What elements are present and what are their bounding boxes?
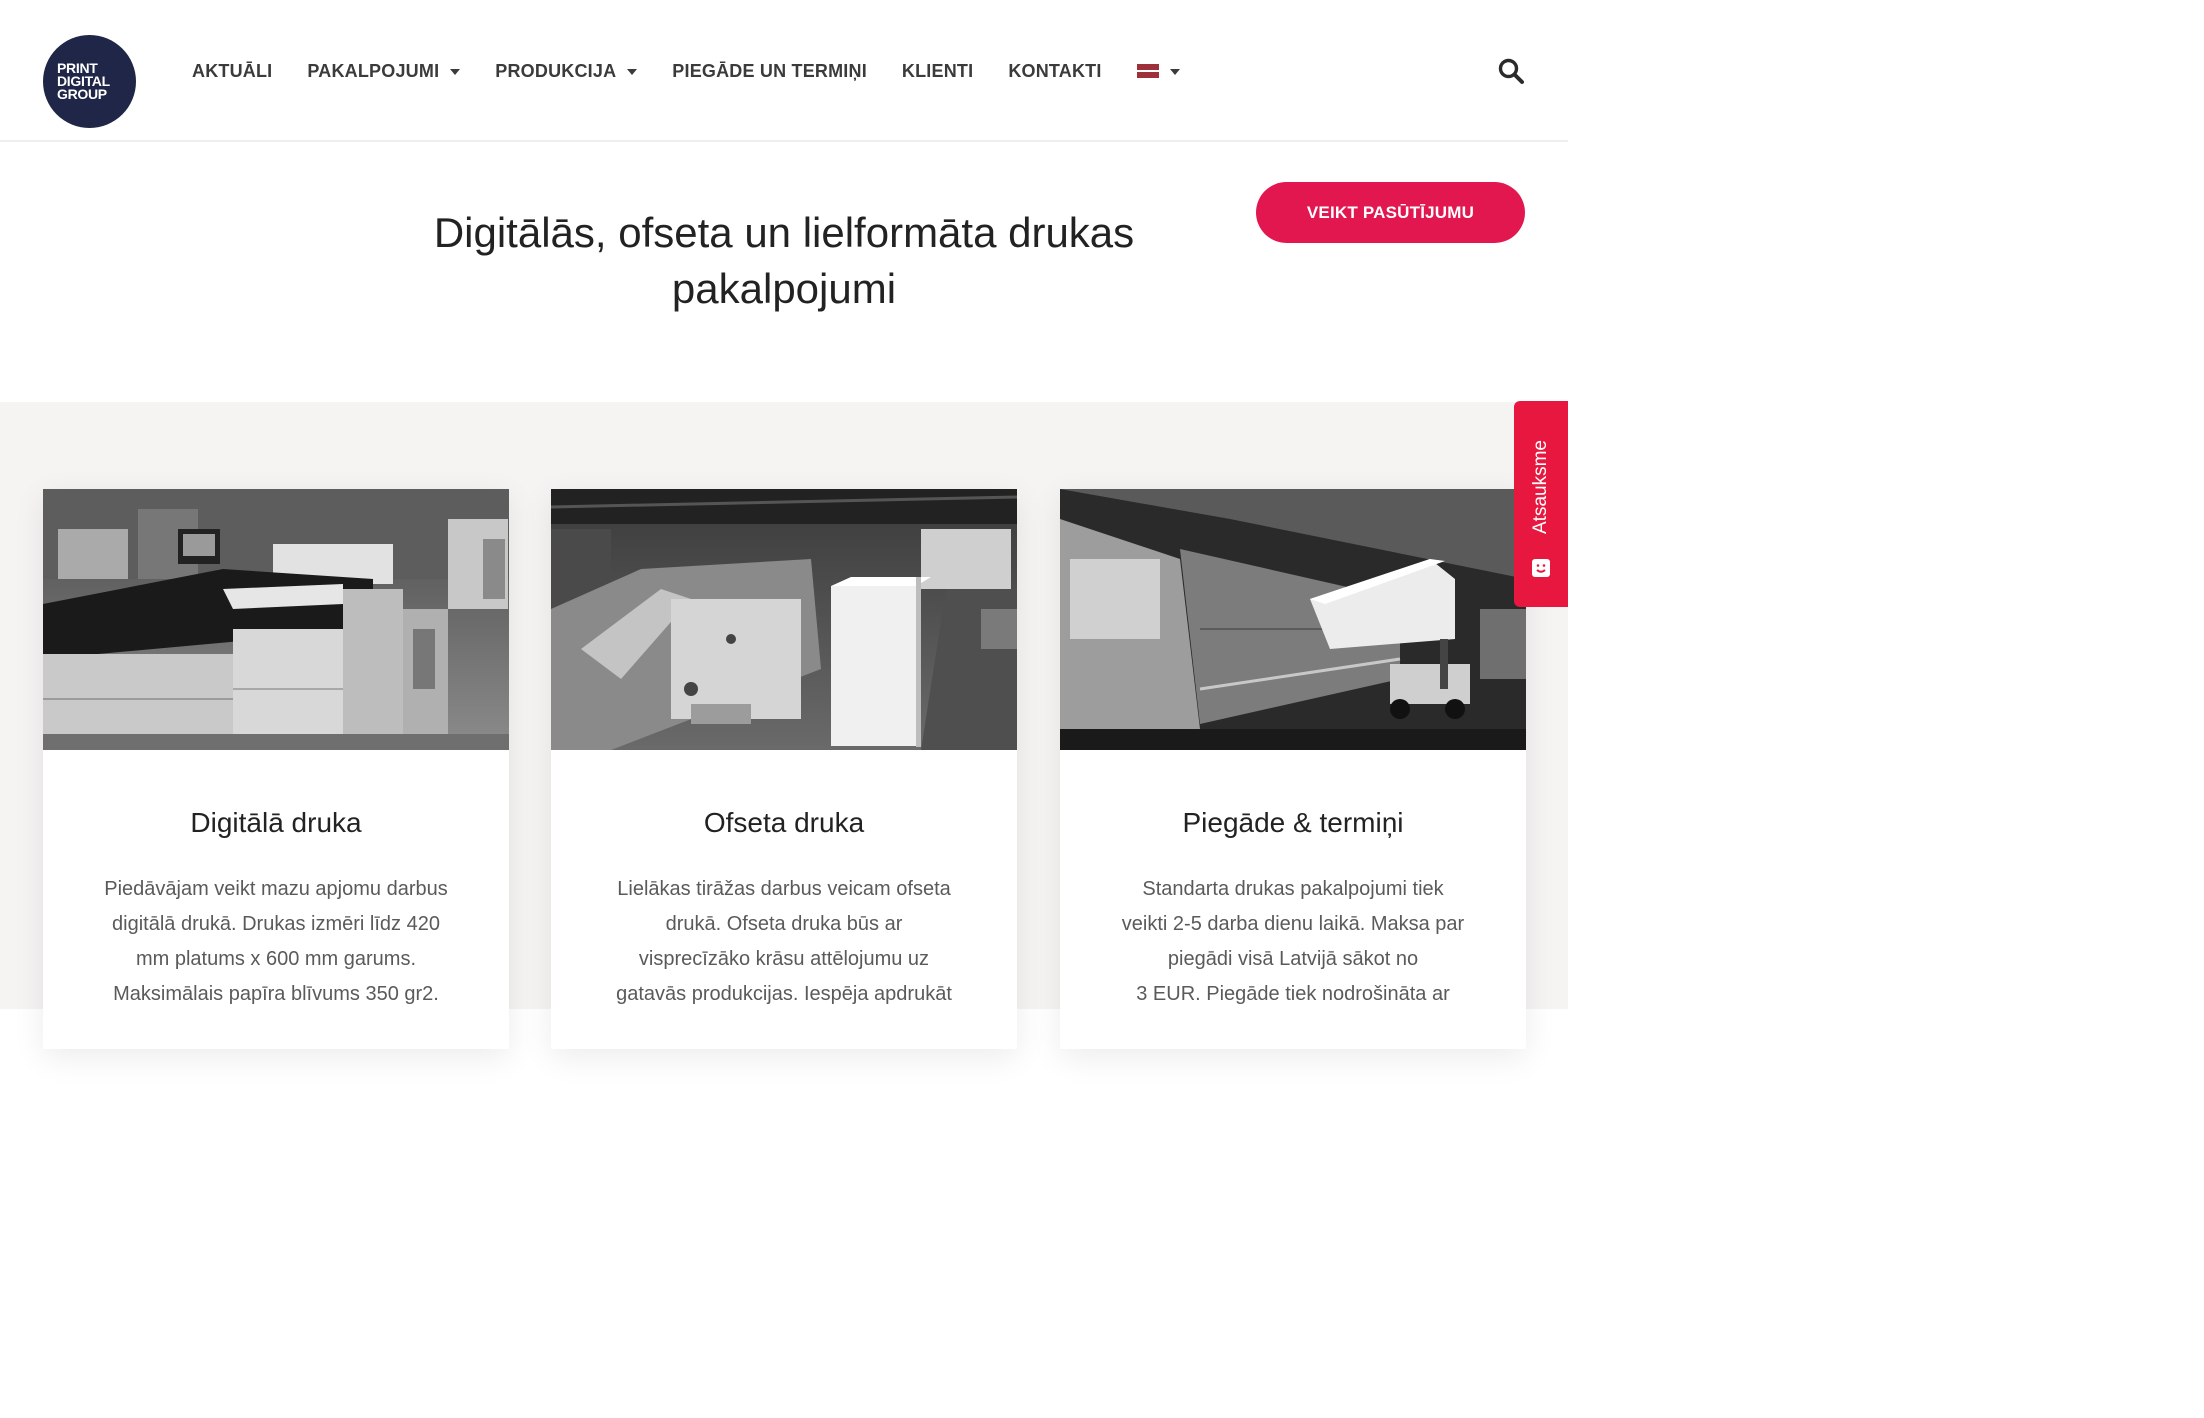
nav-item-label: PIEGĀDE UN TERMIŅI [672, 60, 867, 81]
service-card-offset[interactable]: Ofseta druka Lielākas tirāžas darbus vei… [551, 489, 1017, 1049]
card-title: Ofseta druka [703, 807, 865, 838]
place-order-button[interactable]: VEIKT PASŪTĪJUMU [1256, 182, 1525, 243]
search-icon[interactable] [1497, 57, 1525, 85]
latvia-flag-icon [1136, 64, 1159, 78]
nav-item-kontakti[interactable]: KONTAKTI [1008, 61, 1101, 82]
card-description: Lielākas tirāžas darbus veicam ofseta dr… [616, 878, 952, 1005]
page-title: Digitālās, ofseta un lielformāta drukas … [384, 205, 1184, 317]
service-card-delivery[interactable]: Piegāde & termiņi Standarta drukas pakal… [1060, 489, 1526, 1049]
nav-item-label: KONTAKTI [1008, 60, 1102, 81]
nav-item-label: AKTUĀLI [192, 60, 273, 81]
page-title-line-2: pakalpojumi [671, 265, 897, 312]
card-title: Piegāde & termiņi [1182, 807, 1404, 838]
nav-item-piegade[interactable]: PIEGĀDE UN TERMIŅI [672, 61, 867, 82]
chevron-down-icon [627, 69, 638, 75]
logo-line-3: GROUP [57, 86, 107, 102]
main-nav: AKTUĀLI PAKALPOJUMI PRODUKCIJA PIEGĀDE U… [192, 58, 1180, 84]
feedback-smile-icon [1532, 559, 1550, 577]
feedback-tab[interactable]: Atsauksme [1514, 401, 1568, 607]
nav-item-aktuali[interactable]: AKTUĀLI [192, 61, 272, 82]
chevron-down-icon [1169, 69, 1180, 75]
nav-item-produkcija[interactable]: PRODUKCIJA [495, 60, 638, 82]
feedback-label: Atsauksme [1530, 440, 1551, 534]
nav-item-label: PRODUKCIJA [495, 60, 617, 81]
company-logo[interactable]: PRINT DIGITAL GROUP [43, 35, 136, 128]
delivery-truck-photo [1060, 489, 1526, 750]
card-description: Standarta drukas pakalpojumi tiek veikti… [1121, 878, 1465, 1005]
language-switcher[interactable] [1136, 64, 1180, 78]
card-title: Digitālā druka [190, 807, 362, 838]
offset-press-photo [551, 489, 1017, 750]
page-title-line-1: Digitālās, ofseta un lielformāta drukas [433, 209, 1135, 256]
digital-printer-photo [43, 489, 509, 750]
chevron-down-icon [450, 69, 461, 75]
nav-item-pakalpojumi[interactable]: PAKALPOJUMI [307, 60, 461, 82]
nav-item-label: KLIENTI [901, 60, 974, 81]
nav-item-klienti[interactable]: KLIENTI [902, 61, 973, 82]
nav-item-label: PAKALPOJUMI [307, 60, 440, 81]
service-card-digital[interactable]: Digitālā druka Piedāvājam veikt mazu apj… [43, 489, 509, 1049]
card-description: Piedāvājam veikt mazu apjomu darbus digi… [104, 878, 448, 1005]
site-header: PRINT DIGITAL GROUP AKTUĀLI PAKALPOJUMI … [0, 0, 1568, 142]
